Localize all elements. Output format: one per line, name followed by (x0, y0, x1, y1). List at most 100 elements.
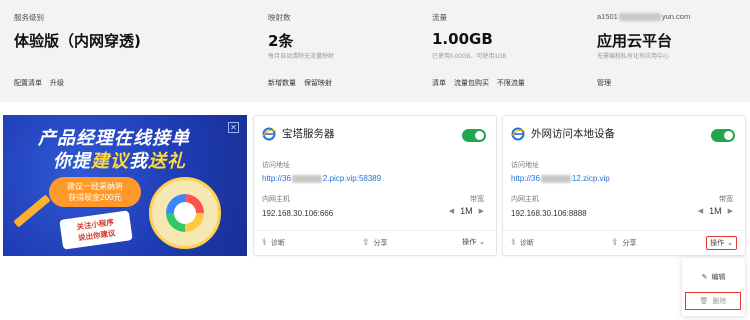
banner-subheadline: 你提建议我送礼 (53, 147, 186, 173)
diagnose-button[interactable]: ⚕ 诊断 (511, 237, 534, 248)
stethoscope-icon: ⚕ (511, 237, 516, 247)
trash-icon: 🗑 (699, 298, 709, 305)
mini-program-tag: 关注小程序 说出你建议 (59, 210, 133, 250)
divider (254, 230, 496, 231)
promo-banner[interactable]: ✕ 产品经理在线接单 你提建议我送礼 建议一经采纳将 获得现金200元 关注小程… (3, 115, 247, 256)
manage-link[interactable]: 管理 (597, 80, 611, 87)
mapping-card: 外网访问本地设备 访问地址 http://36 12.zicp.vip 内网主机 … (502, 115, 746, 256)
share-button[interactable]: ⇪ 分享 (611, 237, 637, 248)
email-suffix: yun.com (661, 12, 691, 21)
delete-label: 删除 (712, 298, 727, 305)
bandwidth-control: ◀ 1M ▶ (698, 206, 733, 216)
close-icon[interactable]: ✕ (228, 122, 239, 133)
banner-highlight: 建议 (91, 151, 129, 172)
bandwidth-value: 1M (460, 206, 473, 216)
host-value: 192.168.30.106:666 (262, 209, 334, 218)
enable-toggle[interactable] (462, 129, 486, 142)
stat-value: 应用云平台 (597, 32, 673, 50)
access-label: 访问地址 (262, 162, 290, 169)
url-prefix: http://36 (262, 174, 291, 183)
share-button[interactable]: ⇪ 分享 (362, 237, 388, 248)
stat-label: 服务级别 (14, 13, 44, 22)
host-label: 内网主机 (262, 196, 290, 203)
stat-label: 映射数 (268, 13, 291, 22)
qr-ring (166, 194, 204, 232)
reward-pill: 建议一经采纳将 获得现金200元 (49, 177, 141, 207)
banner-text: 我 (129, 151, 148, 172)
divider (503, 230, 745, 231)
operations-button[interactable]: 操作 ⌄ (459, 236, 488, 248)
share-label: 分享 (373, 239, 388, 247)
email-prefix: a1501 (597, 12, 618, 21)
stat-mappings: 映射数 2条 每月自动清除无流量映射 新增数量 保留映射 (268, 12, 335, 87)
decrease-icon[interactable]: ◀ (449, 207, 454, 215)
url-suffix: 2.picp.vip:58389 (322, 174, 382, 183)
stat-label: 流量 (432, 13, 447, 22)
chevron-down-icon: ⌄ (727, 240, 733, 247)
mapping-card: 宝塔服务器 访问地址 http://36 2.picp.vip:58389 内网主… (253, 115, 497, 256)
reward-line: 建议一经采纳将 (67, 182, 123, 191)
upgrade-link[interactable]: 升级 (50, 80, 64, 87)
bandwidth-control: ◀ 1M ▶ (449, 206, 484, 216)
share-icon: ⇪ (611, 237, 619, 247)
share-icon: ⇪ (362, 237, 370, 247)
diagnose-label: 诊断 (270, 239, 285, 247)
chevron-down-icon: ⌄ (479, 239, 485, 246)
edit-menu-item[interactable]: ✎ 编辑 (682, 268, 745, 286)
operations-label: 操作 (710, 240, 725, 247)
url-suffix: 12.zicp.vip (571, 174, 610, 183)
increase-icon[interactable]: ▶ (728, 207, 733, 215)
banner-highlight: 送礼 (148, 151, 186, 172)
detail-link[interactable]: 清单 (432, 80, 446, 87)
qr-center (174, 202, 196, 224)
stat-sub (14, 51, 141, 61)
increase-icon[interactable]: ▶ (479, 207, 484, 215)
account-email: a1501 yun.com (597, 12, 690, 24)
stat-account: a1501 yun.com 应用云平台 无需编程私有化有应用中心 管理 (597, 12, 690, 87)
diagnose-button[interactable]: ⚕ 诊断 (262, 237, 285, 248)
operations-dropdown: ✎ 编辑 🗑 删除 (682, 258, 745, 316)
stat-sub: 无需编程私有化有应用中心 (597, 54, 670, 60)
stat-value: 2条 (268, 32, 294, 50)
edit-label: 编辑 (711, 274, 726, 281)
redacted-mask (291, 174, 322, 183)
stethoscope-icon: ⚕ (262, 237, 267, 247)
decrease-icon[interactable]: ◀ (698, 207, 703, 215)
access-url-link[interactable]: http://36 12.zicp.vip (511, 174, 610, 183)
keep-mapping-link[interactable]: 保留映射 (304, 80, 332, 87)
unlimited-traffic-link[interactable]: 不限流量 (497, 80, 525, 87)
card-title: 宝塔服务器 (282, 128, 335, 140)
host-value: 192.168.30.106:8888 (511, 209, 587, 218)
url-prefix: http://36 (511, 174, 540, 183)
stat-value: 1.00GB (432, 30, 493, 48)
stat-value: 体验版（内网穿透) (14, 32, 141, 50)
bandwidth-value: 1M (709, 206, 722, 216)
browser-e-icon (262, 127, 276, 140)
enable-toggle[interactable] (711, 129, 735, 142)
browser-e-icon (511, 127, 525, 140)
redacted-mask (540, 174, 571, 183)
stat-service-level: 服务级别 体验版（内网穿透) 配置清单 升级 (14, 12, 141, 87)
host-label: 内网主机 (511, 196, 539, 203)
stats-panel: 服务级别 体验版（内网穿透) 配置清单 升级 映射数 2条 每月自动清除无流量映… (0, 0, 750, 102)
access-url-link[interactable]: http://36 2.picp.vip:58389 (262, 174, 381, 183)
operations-button[interactable]: 操作 ⌄ (706, 236, 737, 250)
stat-sub: 每月自动清除无流量映射 (268, 54, 335, 60)
config-list-link[interactable]: 配置清单 (14, 80, 42, 87)
stat-traffic: 流量 1.00GB 已使用0.00GB，可使用1GB 清单 流量包购买 不限流量 (432, 12, 525, 87)
buy-traffic-link[interactable]: 流量包购买 (454, 80, 489, 87)
diagnose-label: 诊断 (519, 239, 534, 247)
add-count-link[interactable]: 新增数量 (268, 80, 296, 87)
reward-line: 获得现金200元 (68, 193, 122, 202)
bandwidth-label: 带宽 (719, 196, 733, 203)
stat-sub: 已使用0.00GB，可使用1GB (432, 54, 507, 60)
banner-text: 你提 (53, 151, 91, 172)
redacted-mask (618, 13, 661, 22)
card-title: 外网访问本地设备 (531, 128, 615, 140)
access-label: 访问地址 (511, 162, 539, 169)
delete-menu-item[interactable]: 🗑 删除 (685, 292, 741, 310)
pencil-icon: ✎ (701, 274, 708, 281)
mini-program-qr-icon (149, 177, 221, 249)
operations-label: 操作 (462, 239, 477, 246)
pencil-icon (13, 194, 51, 228)
